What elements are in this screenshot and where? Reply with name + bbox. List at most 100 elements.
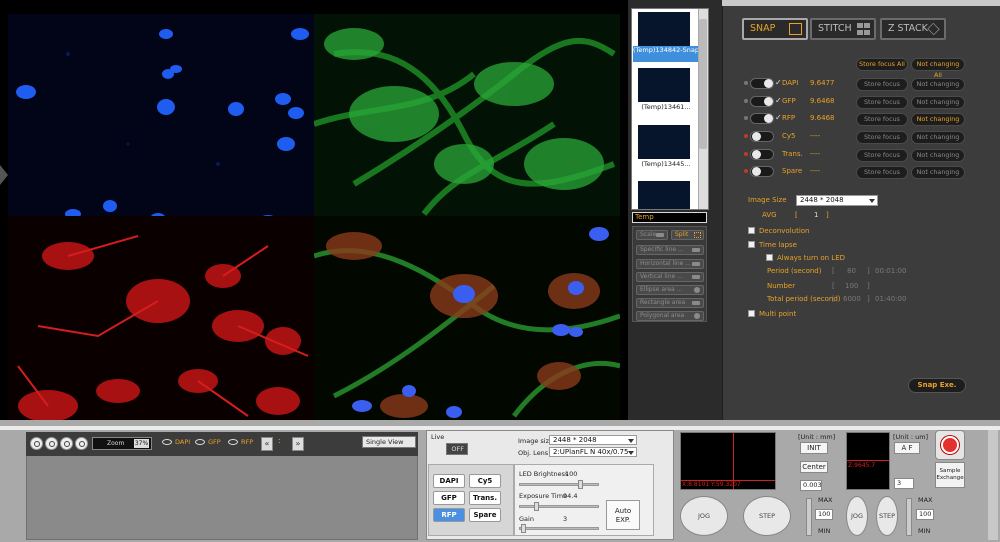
thumbnail-scrollbar[interactable]	[698, 9, 708, 209]
xy-step-input[interactable]: 0.003	[800, 480, 822, 491]
z-speed-slider[interactable]	[906, 498, 912, 536]
store-focus-all-button[interactable]: Store focus All	[856, 58, 908, 71]
xy-speed-input[interactable]: 100	[815, 509, 833, 520]
gain-slider[interactable]	[519, 527, 599, 530]
store-focus-button[interactable]: Store focus	[856, 166, 908, 179]
z-step-pad[interactable]: STEP	[876, 496, 898, 536]
thumbnail-image[interactable]	[638, 125, 690, 159]
thumbnail-image[interactable]	[638, 68, 690, 102]
channel-button-gfp[interactable]: GFP	[433, 491, 465, 505]
channel-button-rfp[interactable]: RFP	[433, 508, 465, 522]
led-brightness-handle[interactable]	[577, 480, 583, 489]
next-button[interactable]: »	[292, 437, 304, 451]
zoom-in-icon[interactable]	[45, 437, 58, 450]
objective-lens-select[interactable]: 2:UPlanFL N 40x/0.75	[549, 447, 637, 457]
live-toggle[interactable]: OFF	[446, 443, 468, 455]
rfp-channel-image[interactable]	[8, 216, 314, 420]
thumbnail-image[interactable]	[638, 12, 690, 46]
thumbnail-list[interactable]: (Temp)134842-Snap (Temp)13461... (Temp)1…	[631, 8, 709, 210]
z-step-input[interactable]: 3	[894, 478, 914, 489]
z-speed-input[interactable]: 100	[916, 509, 934, 520]
image-size-select[interactable]: 2448 * 2048	[796, 195, 878, 206]
store-focus-button[interactable]: Store focus	[856, 78, 908, 91]
sample-exchange-button[interactable]: Sample Exchange	[935, 462, 965, 488]
zoom-actual-icon[interactable]	[75, 437, 88, 450]
specific-line-button[interactable]: Specific line ...	[636, 245, 704, 255]
store-focus-button[interactable]: Store focus	[856, 113, 908, 126]
rectangle-area-button[interactable]: Rectangle area	[636, 298, 704, 308]
avg-value[interactable]: 1	[814, 211, 818, 219]
image-viewer[interactable]	[0, 0, 628, 420]
collapse-arrow-icon[interactable]	[0, 165, 8, 185]
folder-name-field[interactable]: Temp	[632, 212, 707, 223]
period-input[interactable]: 80	[847, 267, 856, 275]
not-changing-button[interactable]: Not changing	[911, 78, 965, 91]
scrollbar-thumb[interactable]	[699, 19, 707, 149]
autofocus-button[interactable]: A F	[894, 442, 920, 454]
eye-icon[interactable]	[228, 439, 238, 445]
time-lapse-checkbox[interactable]	[748, 241, 755, 248]
not-changing-all-button[interactable]: Not changing All	[911, 58, 965, 79]
xy-step-pad[interactable]: STEP	[743, 496, 791, 536]
thumbnail-label[interactable]: (Temp)13461...	[633, 103, 699, 111]
channel-toggle[interactable]	[750, 149, 774, 160]
exposure-time-slider[interactable]	[519, 505, 599, 508]
channel-button-cy5[interactable]: Cy5	[469, 474, 501, 488]
xy-jog-pad[interactable]: JOG	[680, 496, 728, 536]
channel-button-trans[interactable]: Trans.	[469, 491, 501, 505]
zoom-fit-icon[interactable]	[30, 437, 43, 450]
channel-button-dapi[interactable]: DAPI	[433, 474, 465, 488]
snap-execute-button[interactable]: Snap Exe.	[908, 378, 966, 393]
stitch-mode-button[interactable]: STITCH	[810, 18, 876, 40]
gfp-channel-image[interactable]	[314, 14, 620, 216]
eye-icon[interactable]	[195, 439, 205, 445]
always-led-checkbox[interactable]	[766, 254, 773, 261]
multi-point-checkbox[interactable]	[748, 310, 755, 317]
thumbnail-label[interactable]: (Temp)13445...	[633, 160, 699, 168]
store-focus-button[interactable]: Store focus	[856, 131, 908, 144]
horizontal-line-button[interactable]: Horizontal line ...	[636, 259, 704, 269]
center-button[interactable]: Center	[800, 461, 828, 473]
thumbnail-label[interactable]: (Temp)134842-Snap	[633, 46, 699, 62]
image-size-select[interactable]: 2448 * 2048	[549, 435, 637, 445]
merged-channel-image[interactable]	[314, 216, 620, 420]
channel-toggle[interactable]	[750, 96, 774, 107]
single-view-button[interactable]: Single View	[362, 436, 416, 448]
thumbnail-image[interactable]	[638, 181, 690, 209]
init-button[interactable]: INIT	[800, 442, 828, 454]
not-changing-button[interactable]: Not changing	[911, 96, 965, 109]
not-changing-button[interactable]: Not changing	[911, 131, 965, 144]
polygonal-area-button[interactable]: Polygonal area	[636, 311, 704, 321]
vertical-line-button[interactable]: Vertical line ...	[636, 272, 704, 282]
previous-button[interactable]: «	[261, 437, 273, 451]
side-scrollbar[interactable]	[988, 430, 998, 540]
number-input[interactable]: 100	[845, 282, 858, 290]
not-changing-button[interactable]: Not changing	[911, 166, 965, 179]
record-button[interactable]	[935, 430, 965, 460]
eye-icon[interactable]	[162, 439, 172, 445]
gain-handle[interactable]	[520, 524, 526, 533]
zoom-control[interactable]: Zoom 37%	[92, 437, 152, 450]
deconvolution-checkbox[interactable]	[748, 227, 755, 234]
zoom-out-icon[interactable]	[60, 437, 73, 450]
not-changing-button[interactable]: Not changing	[911, 149, 965, 162]
channel-toggle[interactable]	[750, 166, 774, 177]
snap-mode-button[interactable]: SNAP	[742, 18, 808, 40]
exposure-time-handle[interactable]	[534, 502, 539, 511]
not-changing-button[interactable]: Not changing	[911, 113, 965, 126]
led-brightness-slider[interactable]	[519, 483, 599, 486]
split-button[interactable]: Split	[671, 230, 704, 240]
auto-exposure-button[interactable]: Auto EXP.	[606, 500, 640, 530]
zstack-mode-button[interactable]: Z STACK	[880, 18, 946, 40]
channel-toggle[interactable]	[750, 131, 774, 142]
channel-button-spare[interactable]: Spare	[469, 508, 501, 522]
xy-speed-slider[interactable]	[806, 498, 812, 536]
channel-toggle[interactable]	[750, 113, 774, 124]
channel-toggle[interactable]	[750, 78, 774, 89]
z-jog-pad[interactable]: JOG	[846, 496, 868, 536]
store-focus-button[interactable]: Store focus	[856, 149, 908, 162]
ellipse-area-button[interactable]: Ellipse area ...	[636, 285, 704, 295]
scale-button[interactable]: Scale	[636, 230, 668, 240]
dapi-channel-image[interactable]	[8, 14, 314, 216]
store-focus-button[interactable]: Store focus	[856, 96, 908, 109]
